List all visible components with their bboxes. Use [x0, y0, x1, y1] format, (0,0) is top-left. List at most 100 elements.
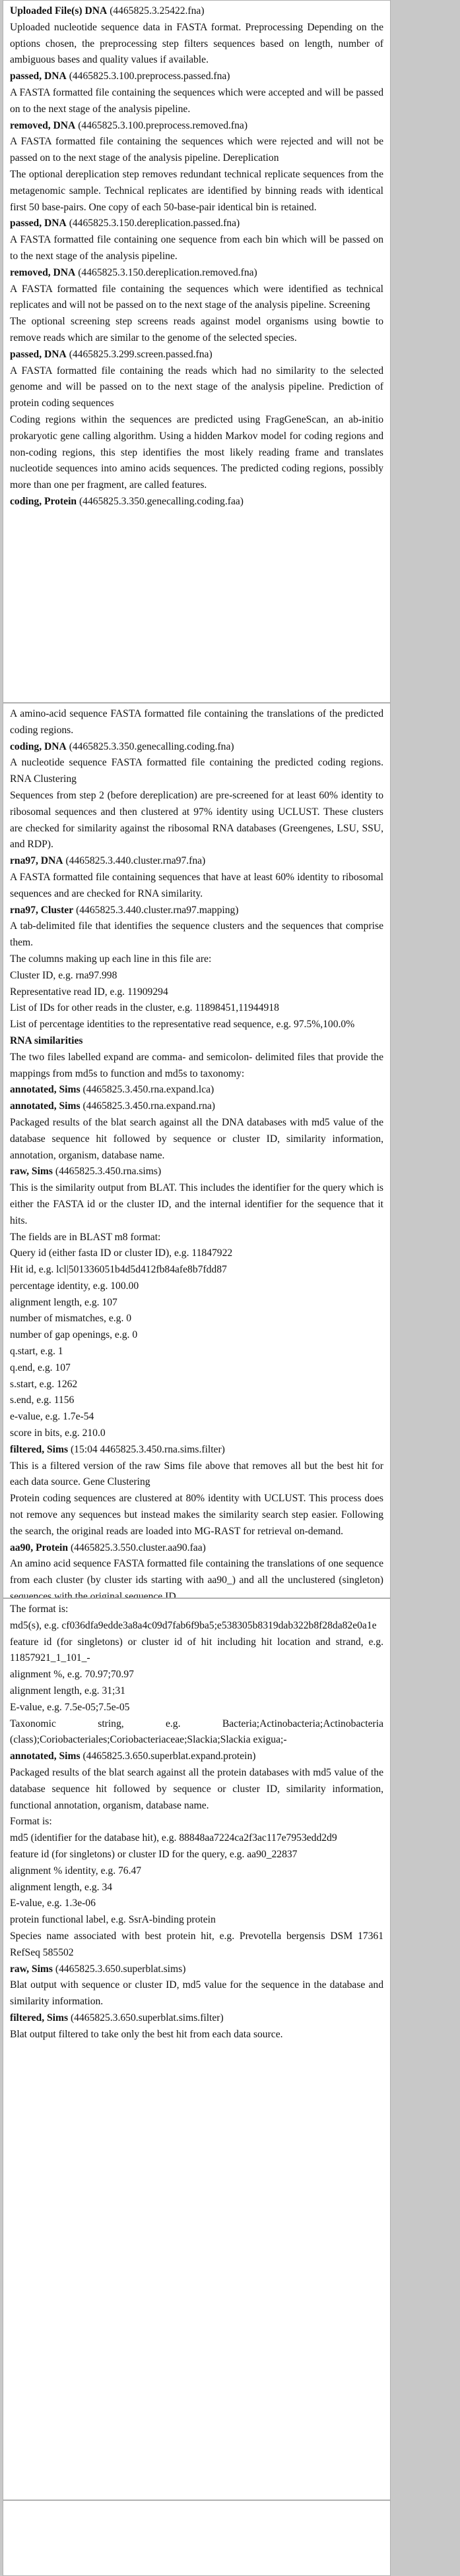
body-text: Uploaded nucleotide sequence data in FAS… [10, 21, 383, 66]
file-entry-heading: coding, DNA (4465825.3.350.genecalling.c… [10, 739, 383, 756]
paragraph-text: alignment % identity, e.g. 76.47 [10, 1863, 383, 1880]
body-text: List of IDs for other reads in the clust… [10, 1002, 279, 1014]
paragraph-text: Sequences from step 2 (before dereplicat… [10, 788, 383, 853]
paragraph-text: A nucleotide sequence FASTA formatted fi… [10, 755, 383, 788]
file-entry-heading: RNA similarities [10, 1033, 383, 1050]
file-entry-heading: raw, Sims (4465825.3.650.superblat.sims) [10, 1962, 383, 1978]
file-reference: (4465825.3.440.cluster.rna97.mapping) [76, 904, 239, 916]
paragraph-text: The columns making up each line in this … [10, 951, 383, 968]
file-entry-heading: annotated, Sims (4465825.3.450.rna.expan… [10, 1098, 383, 1115]
body-text: alignment length, e.g. 31;31 [10, 1685, 125, 1696]
file-reference: (4465825.3.100.preprocess.removed.fna) [78, 119, 248, 131]
body-text: An amino acid sequence FASTA formatted f… [10, 1558, 383, 1598]
paragraph-text: md5(s), e.g. cf036dfa9edde3a8a4c09d7fab6… [10, 1618, 383, 1634]
file-title: raw, Sims [10, 1166, 53, 1178]
body-text: q.start, e.g. 1 [10, 1346, 63, 1358]
file-reference: (4465825.3.650.superblat.sims) [55, 1963, 186, 1975]
file-title: coding, DNA [10, 740, 67, 752]
body-text: alignment %, e.g. 70.97;70.97 [10, 1669, 134, 1681]
body-text: number of mismatches, e.g. 0 [10, 1313, 132, 1325]
body-text: The optional screening step screens read… [10, 316, 383, 344]
body-text: The two files labelled expand are comma-… [10, 1051, 383, 1079]
paragraph-text: This is a filtered version of the raw Si… [10, 1458, 383, 1491]
file-entry-heading: removed, DNA (4465825.3.100.preprocess.r… [10, 118, 383, 135]
file-title: removed, DNA [10, 266, 76, 278]
paragraph-text: The format is: [10, 1602, 383, 1618]
body-text: Protein coding sequences are clustered a… [10, 1493, 383, 1537]
body-text: Species name associated with best protei… [10, 1930, 383, 1958]
paragraph-text: The fields are in BLAST m8 format: [10, 1230, 383, 1246]
body-text: Packaged results of the blat search agai… [10, 1116, 383, 1161]
body-text: Representative read ID, e.g. 11909294 [10, 986, 168, 998]
paragraph-text: The optional dereplication step removes … [10, 167, 383, 216]
file-reference: (4465825.3.450.rna.sims) [55, 1166, 162, 1178]
paragraph-text: The two files labelled expand are comma-… [10, 1050, 383, 1083]
paragraph-text: s.start, e.g. 1262 [10, 1377, 383, 1393]
paragraph-text: alignment length, e.g. 34 [10, 1880, 383, 1896]
body-text: A FASTA formatted file containing the re… [10, 365, 383, 409]
body-text: protein functional label, e.g. SsrA-bind… [10, 1914, 216, 1926]
body-text: The fields are in BLAST m8 format: [10, 1231, 161, 1243]
body-text: score in bits, e.g. 210.0 [10, 1427, 106, 1439]
body-text: The optional dereplication step removes … [10, 168, 383, 213]
file-entry-heading: annotated, Sims (4465825.3.650.superblat… [10, 1749, 383, 1765]
paragraph-text: A tab-delimited file that identifies the… [10, 918, 383, 951]
body-text: md5 (identifier for the database hit), e… [10, 1832, 337, 1844]
document-page-4 [3, 2500, 391, 2576]
body-text: Hit id, e.g. lcl|501336051b4d5d412fb84af… [10, 1264, 227, 1276]
document-page-2: A amino-acid sequence FASTA formatted fi… [3, 703, 391, 1598]
body-text: s.start, e.g. 1262 [10, 1378, 78, 1390]
body-text: This is a filtered version of the raw Si… [10, 1460, 383, 1488]
paragraph-text: Coding regions within the sequences are … [10, 412, 383, 494]
paragraph-text: Cluster ID, e.g. rna97.998 [10, 968, 383, 984]
paragraph-text: A amino-acid sequence FASTA formatted fi… [10, 706, 383, 739]
file-entry-heading: raw, Sims (4465825.3.450.rna.sims) [10, 1164, 383, 1180]
paragraph-text: Species name associated with best protei… [10, 1929, 383, 1962]
paragraph-text: E-value, e.g. 1.3e-06 [10, 1896, 383, 1912]
file-title: RNA similarities [10, 1034, 83, 1046]
paragraph-text: List of percentage identities to the rep… [10, 1017, 383, 1033]
file-reference: (4465825.3.440.cluster.rna97.fna) [65, 855, 206, 867]
paragraph-text: Representative read ID, e.g. 11909294 [10, 984, 383, 1001]
body-text: A FASTA formatted file containing the se… [10, 283, 383, 311]
paragraph-text: An amino acid sequence FASTA formatted f… [10, 1556, 383, 1598]
body-text: Blat output filtered to take only the be… [10, 2028, 283, 2040]
paragraph-text: q.start, e.g. 1 [10, 1344, 383, 1360]
body-text: alignment % identity, e.g. 76.47 [10, 1865, 142, 1876]
body-text: A FASTA formatted file containing one se… [10, 234, 383, 262]
body-text: Taxonomic string, e.g. Bacteria;Actinoba… [10, 1718, 383, 1746]
file-reference: (4465825.3.150.dereplication.passed.fna) [69, 218, 240, 229]
paragraph-text: A FASTA formatted file containing one se… [10, 232, 383, 265]
file-reference: (4465825.3.550.cluster.aa90.faa) [70, 1542, 206, 1553]
paragraph-text: e-value, e.g. 1.7e-54 [10, 1409, 383, 1425]
file-reference: (4465825.3.299.screen.passed.fna) [69, 348, 213, 360]
file-entry-heading: filtered, Sims (15:04 4465825.3.450.rna.… [10, 1442, 383, 1458]
file-title: annotated, Sims [10, 1751, 81, 1762]
file-title: raw, Sims [10, 1963, 53, 1975]
paragraph-text: Blat output filtered to take only the be… [10, 2027, 383, 2043]
body-text: Blat output with sequence or cluster ID,… [10, 1979, 383, 2008]
paragraph-text: score in bits, e.g. 210.0 [10, 1425, 383, 1442]
document-page-1: Uploaded File(s) DNA (4465825.3.25422.fn… [3, 0, 391, 703]
body-text: E-value, e.g. 7.5e-05;7.5e-05 [10, 1701, 130, 1713]
file-entry-heading: filtered, Sims (4465825.3.650.superblat.… [10, 2010, 383, 2027]
file-title: annotated, Sims [10, 1100, 81, 1112]
body-text: The format is: [10, 1603, 69, 1615]
paragraph-text: The optional screening step screens read… [10, 314, 383, 347]
paragraph-text: Packaged results of the blat search agai… [10, 1115, 383, 1164]
file-reference: (4465825.3.350.genecalling.coding.fna) [69, 740, 234, 752]
body-text: A nucleotide sequence FASTA formatted fi… [10, 757, 383, 785]
file-entry-heading: aa90, Protein (4465825.3.550.cluster.aa9… [10, 1540, 383, 1557]
paragraph-text: A FASTA formatted file containing sequen… [10, 870, 383, 903]
paragraph-text: This is the similarity output from BLAT.… [10, 1180, 383, 1229]
file-title: passed, DNA [10, 218, 67, 229]
file-title: passed, DNA [10, 348, 67, 360]
body-text: feature id (for singletons) or cluster i… [10, 1636, 383, 1664]
file-entry-heading: rna97, DNA (4465825.3.440.cluster.rna97.… [10, 853, 383, 870]
file-title: removed, DNA [10, 119, 76, 131]
file-entry-heading: rna97, Cluster (4465825.3.440.cluster.rn… [10, 903, 383, 919]
paragraph-text: q.end, e.g. 107 [10, 1360, 383, 1377]
body-text: Coding regions within the sequences are … [10, 413, 383, 491]
paragraph-text: Packaged results of the blat search agai… [10, 1765, 383, 1814]
paragraph-text: List of IDs for other reads in the clust… [10, 1000, 383, 1017]
